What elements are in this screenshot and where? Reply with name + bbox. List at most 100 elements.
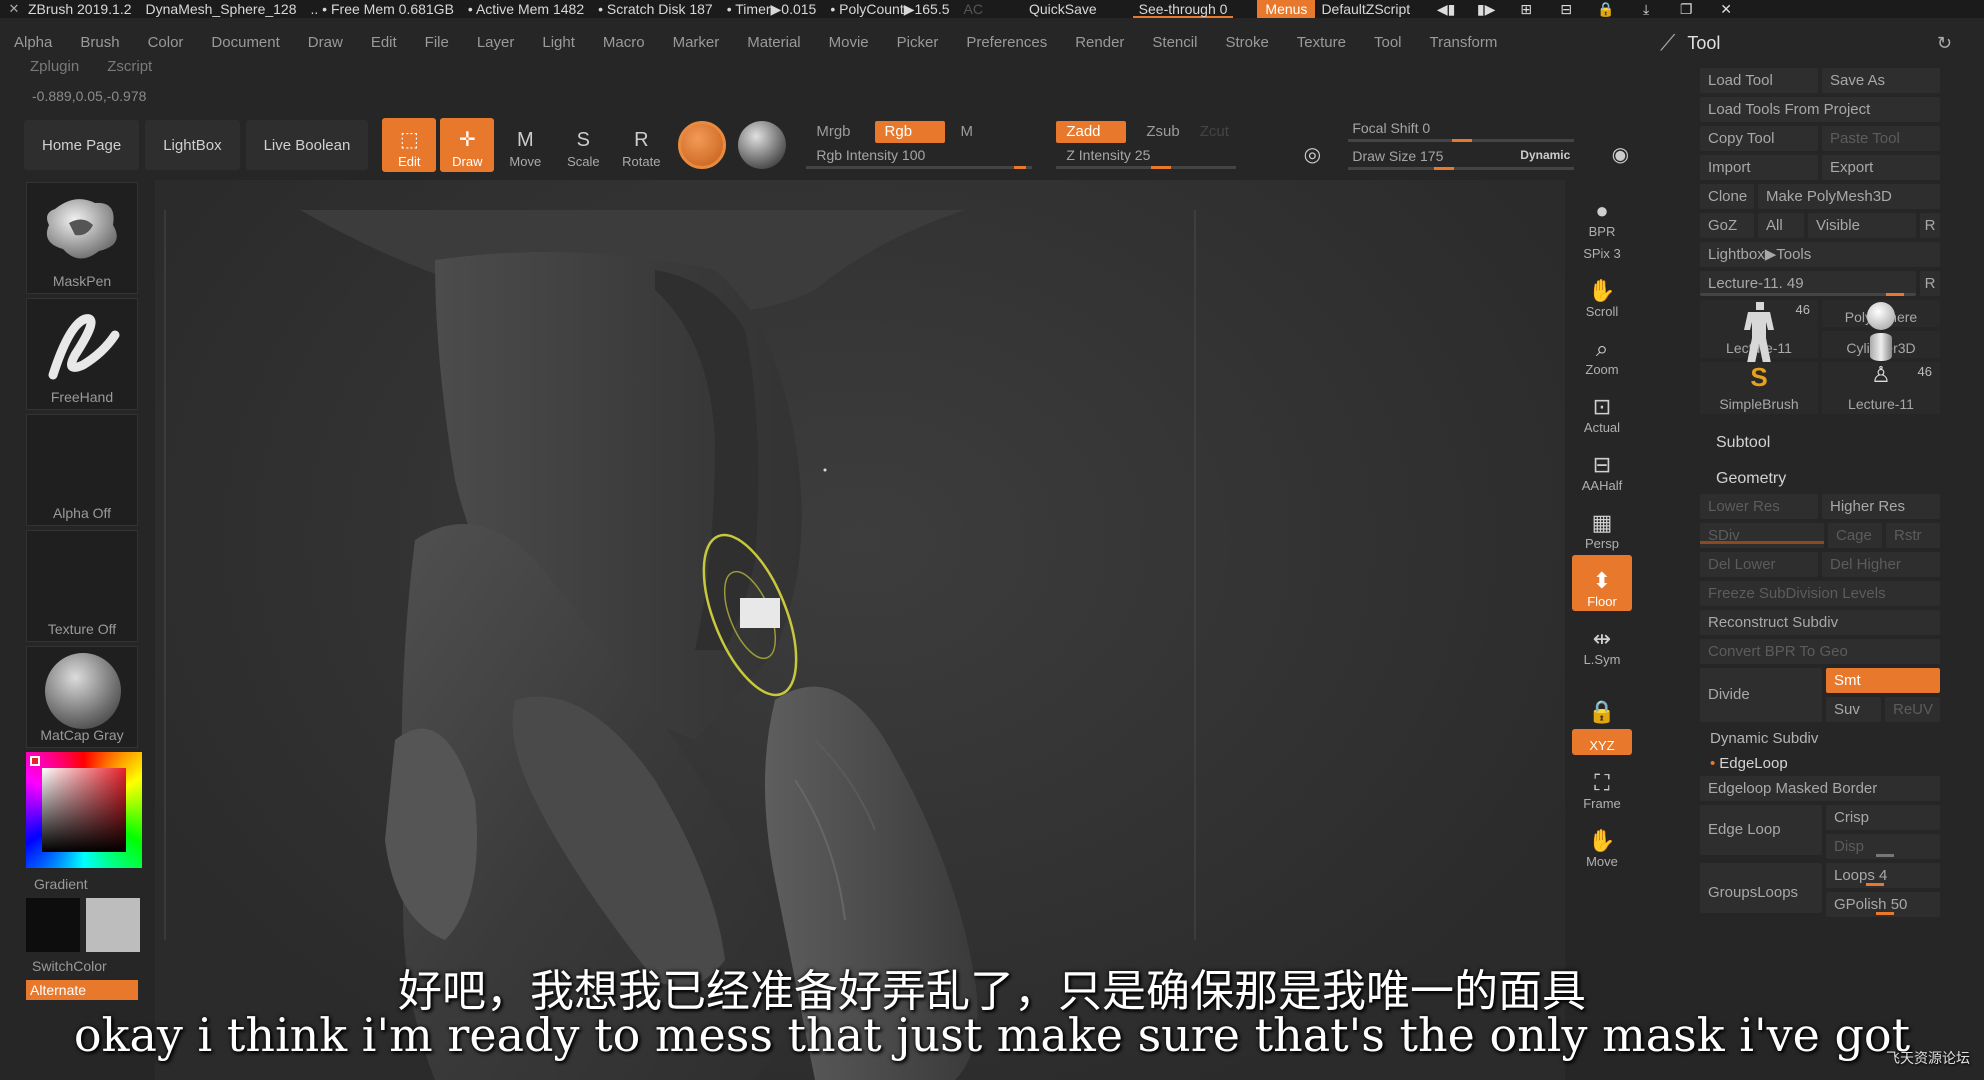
lecture-r-button[interactable]: R bbox=[1920, 271, 1940, 296]
menu-document[interactable]: Document bbox=[197, 30, 293, 56]
texture-selector[interactable]: Texture Off bbox=[26, 530, 138, 642]
menu-stroke[interactable]: Stroke bbox=[1211, 30, 1282, 56]
lecture-tool-slider[interactable]: Lecture-11. 49 bbox=[1700, 271, 1916, 296]
del-lower-button[interactable]: Del Lower bbox=[1700, 552, 1818, 577]
layout-right-icon[interactable]: ▮▶ bbox=[1466, 1, 1506, 18]
convert-bpr-button[interactable]: Convert BPR To Geo bbox=[1700, 639, 1940, 664]
palette-reset-icon[interactable]: ↻ bbox=[1937, 33, 1952, 54]
stroke-selector[interactable]: FreeHand bbox=[26, 298, 138, 410]
sdiv-slider[interactable]: SDiv bbox=[1700, 523, 1824, 548]
edgeloop-section[interactable]: • EdgeLoop bbox=[1700, 752, 1940, 776]
symmetry-s-button[interactable]: ◎ bbox=[1290, 118, 1334, 172]
shelf-floor-button[interactable]: ⬍ Floor bbox=[1572, 555, 1632, 611]
suv-toggle[interactable]: Suv bbox=[1826, 697, 1881, 722]
save-as-button[interactable]: Save As bbox=[1822, 68, 1940, 93]
tool-thumb-lecture-11-b[interactable]: 46 ♙ Lecture-11 bbox=[1822, 362, 1940, 414]
rotate-button[interactable]: R Rotate bbox=[614, 118, 668, 172]
brush-selector[interactable]: MaskPen bbox=[26, 182, 138, 294]
goz-visible-button[interactable]: Visible bbox=[1808, 213, 1916, 238]
shelf-lock-button[interactable]: 🔒 bbox=[1572, 671, 1632, 727]
focal-shift-slider[interactable]: Focal Shift 0 bbox=[1348, 120, 1575, 142]
gradient-label[interactable]: Gradient bbox=[34, 876, 142, 892]
shelf-l-sym-button[interactable]: ⇹ L.Sym bbox=[1572, 613, 1632, 669]
shelf-move-button[interactable]: ✋ Move bbox=[1572, 815, 1632, 871]
zcut-toggle[interactable]: Zcut bbox=[1190, 121, 1239, 143]
freeze-subdivision-button[interactable]: Freeze SubDivision Levels bbox=[1700, 581, 1940, 606]
quicksave-button[interactable]: QuickSave bbox=[1023, 0, 1103, 18]
draw-button[interactable]: ✛ Draw bbox=[440, 118, 495, 172]
lightbox-button[interactable]: LightBox bbox=[145, 120, 240, 170]
export-button[interactable]: Export bbox=[1822, 155, 1940, 180]
menu-movie[interactable]: Movie bbox=[815, 30, 883, 56]
color-picker[interactable] bbox=[26, 752, 142, 870]
gpolish-slider[interactable]: GPolish 50 bbox=[1826, 892, 1940, 917]
menu-preferences[interactable]: Preferences bbox=[952, 30, 1061, 56]
paste-tool-button[interactable]: Paste Tool bbox=[1822, 126, 1940, 151]
default-zscript-button[interactable]: DefaultZScript bbox=[1315, 0, 1416, 18]
menu-texture[interactable]: Texture bbox=[1283, 30, 1360, 56]
shelf-scroll-button[interactable]: ✋ Scroll bbox=[1572, 265, 1632, 321]
tool-thumb-simplebrush[interactable]: S SimpleBrush bbox=[1700, 362, 1818, 414]
disp-slider[interactable]: Disp bbox=[1826, 834, 1940, 859]
lower-res-button[interactable]: Lower Res bbox=[1700, 494, 1818, 519]
zbrush-logo-icon[interactable]: ✕ bbox=[0, 0, 28, 18]
menu-render[interactable]: Render bbox=[1061, 30, 1138, 56]
home-page-button[interactable]: Home Page bbox=[24, 120, 140, 170]
edge-loop-button[interactable]: Edge Loop bbox=[1700, 805, 1822, 855]
load-tools-from-project-button[interactable]: Load Tools From Project bbox=[1700, 97, 1940, 122]
menu-marker[interactable]: Marker bbox=[659, 30, 734, 56]
geometry-section[interactable]: Geometry bbox=[1700, 464, 1940, 494]
smt-toggle[interactable]: Smt bbox=[1826, 668, 1940, 693]
live-boolean-button[interactable]: Live Boolean bbox=[245, 120, 369, 170]
menu-color[interactable]: Color bbox=[134, 30, 198, 56]
menu-draw[interactable]: Draw bbox=[294, 30, 357, 56]
saturation-square[interactable] bbox=[42, 768, 126, 852]
lightbox-tools-button[interactable]: Lightbox▶Tools bbox=[1700, 242, 1940, 267]
draw-size-slider[interactable]: Draw Size 175 Dynamic bbox=[1348, 148, 1575, 170]
dynamic-subdiv-section[interactable]: Dynamic Subdiv bbox=[1700, 726, 1940, 752]
menu-transform[interactable]: Transform bbox=[1416, 30, 1512, 56]
matcap-sphere-icon[interactable] bbox=[738, 121, 787, 169]
tool-thumb-cylinder3d[interactable]: Cylinder3D bbox=[1822, 331, 1940, 361]
zadd-toggle[interactable]: Zadd bbox=[1056, 121, 1127, 143]
rgb-intensity-slider[interactable]: Rgb Intensity 100 bbox=[806, 147, 1033, 169]
load-tool-button[interactable]: Load Tool bbox=[1700, 68, 1818, 93]
cage-button[interactable]: Cage bbox=[1828, 523, 1882, 548]
mrgb-toggle[interactable]: Mrgb bbox=[806, 121, 860, 143]
move-button[interactable]: M Move bbox=[498, 118, 552, 172]
menu-light[interactable]: Light bbox=[528, 30, 589, 56]
shelf-zoom-button[interactable]: ⌕ Zoom bbox=[1572, 323, 1632, 379]
make-polymesh3d-button[interactable]: Make PolyMesh3D bbox=[1758, 184, 1940, 209]
canvas-viewport[interactable] bbox=[155, 180, 1565, 1080]
menu-stencil[interactable]: Stencil bbox=[1138, 30, 1211, 56]
tool-palette-header[interactable]: ⟋ Tool ↻ bbox=[1660, 28, 1960, 58]
menu-brush[interactable]: Brush bbox=[66, 30, 133, 56]
shelf-bpr-button[interactable]: ● BPR bbox=[1572, 185, 1632, 241]
ui-right-icon[interactable]: ⊟ bbox=[1546, 1, 1586, 18]
shelf-actual-button[interactable]: ⊡ Actual bbox=[1572, 381, 1632, 437]
edgeloop-masked-border-button[interactable]: Edgeloop Masked Border bbox=[1700, 776, 1940, 801]
shelf-frame-button[interactable]: ⛶ Frame bbox=[1572, 757, 1632, 813]
menu-zscript[interactable]: Zscript bbox=[93, 58, 166, 75]
shelf-spix-3-button[interactable]: ▬SPix 3 bbox=[1572, 243, 1632, 263]
loops-slider[interactable]: Loops 4 bbox=[1826, 863, 1940, 888]
material-selector[interactable]: MatCap Gray bbox=[26, 646, 138, 748]
dynamic-draw-size-button[interactable]: ◉ bbox=[1598, 118, 1642, 172]
minimize-icon[interactable]: ⤓ bbox=[1626, 1, 1666, 18]
secondary-color-swatch[interactable] bbox=[86, 898, 140, 952]
layout-left-icon[interactable]: ◀▮ bbox=[1426, 1, 1466, 18]
menu-file[interactable]: File bbox=[411, 30, 463, 56]
menu-tool[interactable]: Tool bbox=[1360, 30, 1416, 56]
m-toggle[interactable]: M bbox=[951, 121, 984, 143]
shelf-xyz-button[interactable]: ⟳XYZ bbox=[1572, 729, 1632, 755]
rgb-toggle[interactable]: Rgb bbox=[874, 121, 945, 143]
reconstruct-subdiv-button[interactable]: Reconstruct Subdiv bbox=[1700, 610, 1940, 635]
alpha-selector[interactable]: Alpha Off bbox=[26, 414, 138, 526]
divide-button[interactable]: Divide bbox=[1700, 668, 1822, 722]
shelf-aahalf-button[interactable]: ⊟ AAHalf bbox=[1572, 439, 1632, 495]
menu-layer[interactable]: Layer bbox=[463, 30, 529, 56]
goz-button[interactable]: GoZ bbox=[1700, 213, 1754, 238]
see-through-slider[interactable]: See-through 0 bbox=[1132, 0, 1234, 18]
tool-thumb-lecture-11[interactable]: 46 Lecture-11 bbox=[1700, 300, 1818, 368]
menu-edit[interactable]: Edit bbox=[357, 30, 411, 56]
